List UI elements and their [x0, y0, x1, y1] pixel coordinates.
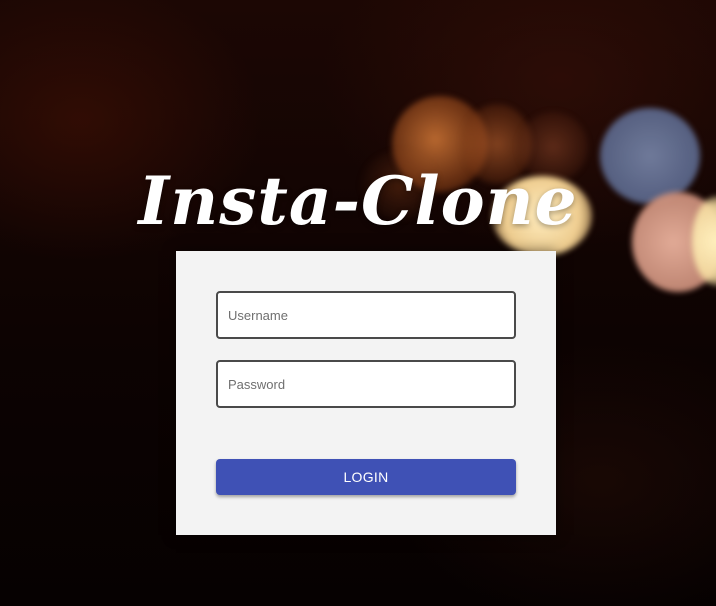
login-card: LOGIN	[176, 251, 556, 535]
username-input[interactable]	[216, 291, 516, 339]
login-page: Insta-Clone LOGIN	[0, 0, 716, 606]
password-input[interactable]	[216, 360, 516, 408]
app-title: Insta-Clone	[138, 162, 578, 240]
login-button[interactable]: LOGIN	[216, 459, 516, 495]
